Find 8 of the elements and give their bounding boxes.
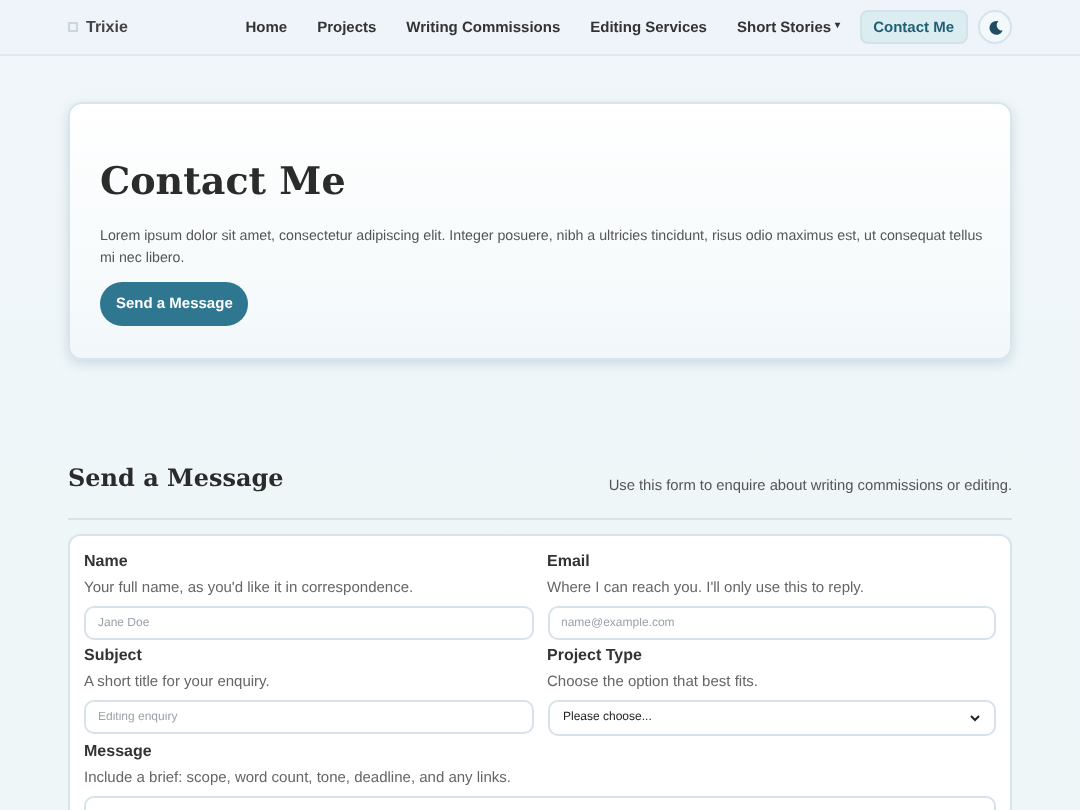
section-title: Send a Message [68, 462, 284, 496]
hero-title: Contact Me [100, 158, 348, 206]
field-label: Name [84, 552, 130, 572]
field-label: Subject [84, 646, 144, 666]
field-label: Message [84, 742, 154, 762]
field-label: Project Type [547, 646, 644, 666]
brand-name[interactable]: Trixie [86, 15, 128, 39]
field-label: Email [547, 552, 592, 572]
